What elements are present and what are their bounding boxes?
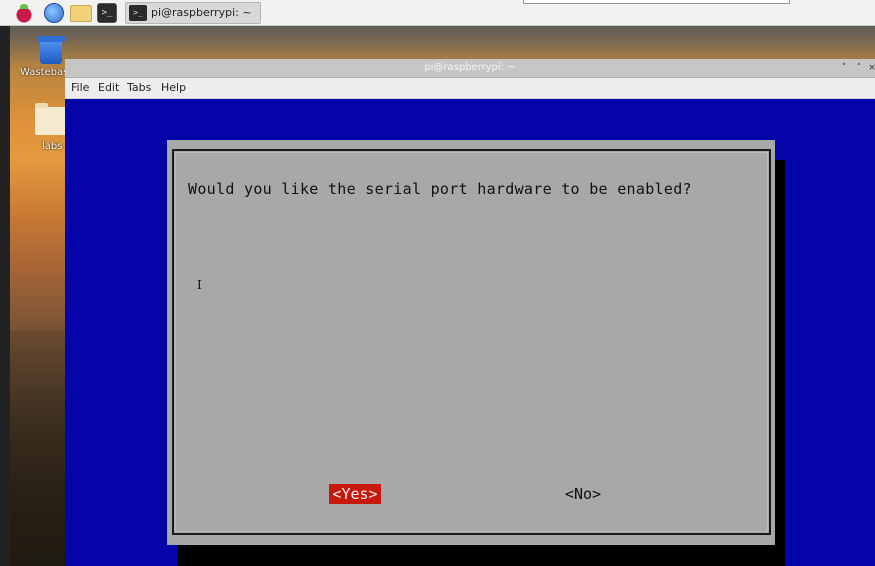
close-button[interactable]: × [865,61,875,75]
menu-bar: File Edit Tabs Help [65,78,875,99]
maximize-button[interactable]: ˄ [852,61,866,75]
folder-label: labs [42,141,63,152]
menu-file[interactable]: File [71,81,89,94]
terminal-icon: >_ [129,5,147,21]
taskbar: >_ >_ pi@raspberrypi: ~ [0,0,875,26]
wastebasket-icon[interactable] [37,36,65,64]
file-manager-icon[interactable] [70,5,92,22]
web-browser-icon[interactable] [44,3,64,23]
terminal-launcher-icon[interactable]: >_ [97,3,117,23]
screen-edge [0,0,10,566]
taskbar-window-button[interactable]: >_ pi@raspberrypi: ~ [125,2,261,24]
window-titlebar[interactable]: pi@raspberrypi: ~ ˅ ˄ × [65,59,875,78]
dialog-question: Would you like the serial port hardware … [188,180,692,198]
wastebasket-label: Wastebasket [20,67,66,78]
window-title: pi@raspberrypi: ~ [424,62,516,73]
raspberry-menu-icon[interactable] [14,3,34,23]
minimize-button[interactable]: ˅ [837,61,851,75]
taskbar-window-label: pi@raspberrypi: ~ [151,6,252,19]
dialog-frame [172,149,771,535]
menu-edit[interactable]: Edit [98,81,119,94]
text-cursor-icon: I [197,278,202,292]
wastebasket-bin [40,42,62,64]
menu-tabs[interactable]: Tabs [127,81,151,94]
folder-icon[interactable] [35,103,67,135]
menu-help[interactable]: Help [161,81,186,94]
yes-button[interactable]: <Yes> [329,484,381,504]
no-button[interactable]: <No> [560,484,606,504]
system-tray [523,0,790,4]
